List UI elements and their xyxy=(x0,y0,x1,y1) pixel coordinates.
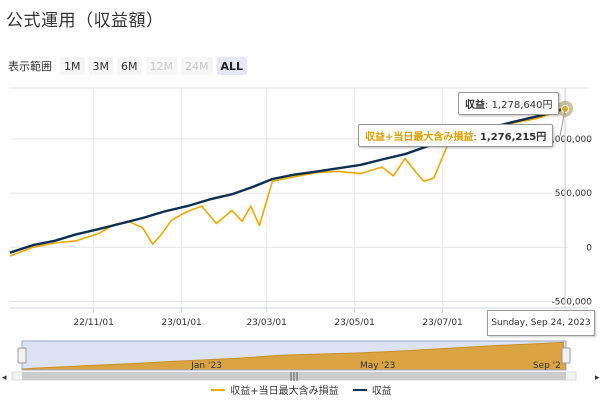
navigator-handle-left[interactable] xyxy=(17,347,27,364)
navigator-label: Sep '2 xyxy=(533,361,561,371)
navigator-label: Jan '23 xyxy=(190,361,222,371)
legend-label-combined: 収益+当日最大含み損益 xyxy=(230,386,339,397)
tooltip-profit-label: 収益 xyxy=(465,100,485,111)
x-tick-label: 23/05/01 xyxy=(334,318,374,328)
tooltip-date: Sunday, Sep 24, 2023 xyxy=(487,310,595,336)
scrollbar-grip-icon: ||| xyxy=(289,372,298,382)
y-tick-label: -500,000 xyxy=(552,297,593,307)
x-tick-label: 23/07/01 xyxy=(422,318,462,328)
chart-legend: 収益+当日最大含み損益 収益 xyxy=(0,382,603,397)
legend-line-icon xyxy=(211,388,226,391)
tooltip-combined-label: 収益+当日最大含み損益 xyxy=(365,132,474,143)
legend-item-combined[interactable]: 収益+当日最大含み損益 xyxy=(211,382,339,397)
y-tick-label: 1,000,000 xyxy=(546,135,592,145)
navigator-handle-right[interactable] xyxy=(561,347,571,364)
tooltip-profit-value: 1,278,640円 xyxy=(491,100,553,111)
tooltip-profit: 収益: 1,278,640円 xyxy=(458,92,560,115)
legend-label-profit: 収益 xyxy=(371,386,392,397)
legend-item-profit[interactable]: 収益 xyxy=(352,382,392,397)
navigator-label: May '23 xyxy=(360,361,395,371)
y-tick-label: 500,000 xyxy=(555,189,592,199)
x-tick-label: 23/03/01 xyxy=(246,318,286,328)
x-tick-label: 23/01/01 xyxy=(161,318,201,328)
x-tick-label: 22/11/01 xyxy=(73,318,113,328)
legend-line-icon xyxy=(352,388,367,391)
y-tick-label: 0 xyxy=(586,243,592,253)
profit-chart[interactable]: -500,000 0 500,000 1,000,000 22/11/01 23/01/0… xyxy=(0,0,603,401)
tooltip-combined: 収益+当日最大含み損益: 1,276,215円 xyxy=(358,124,554,147)
tooltip-combined-value: 1,276,215円 xyxy=(479,132,547,143)
